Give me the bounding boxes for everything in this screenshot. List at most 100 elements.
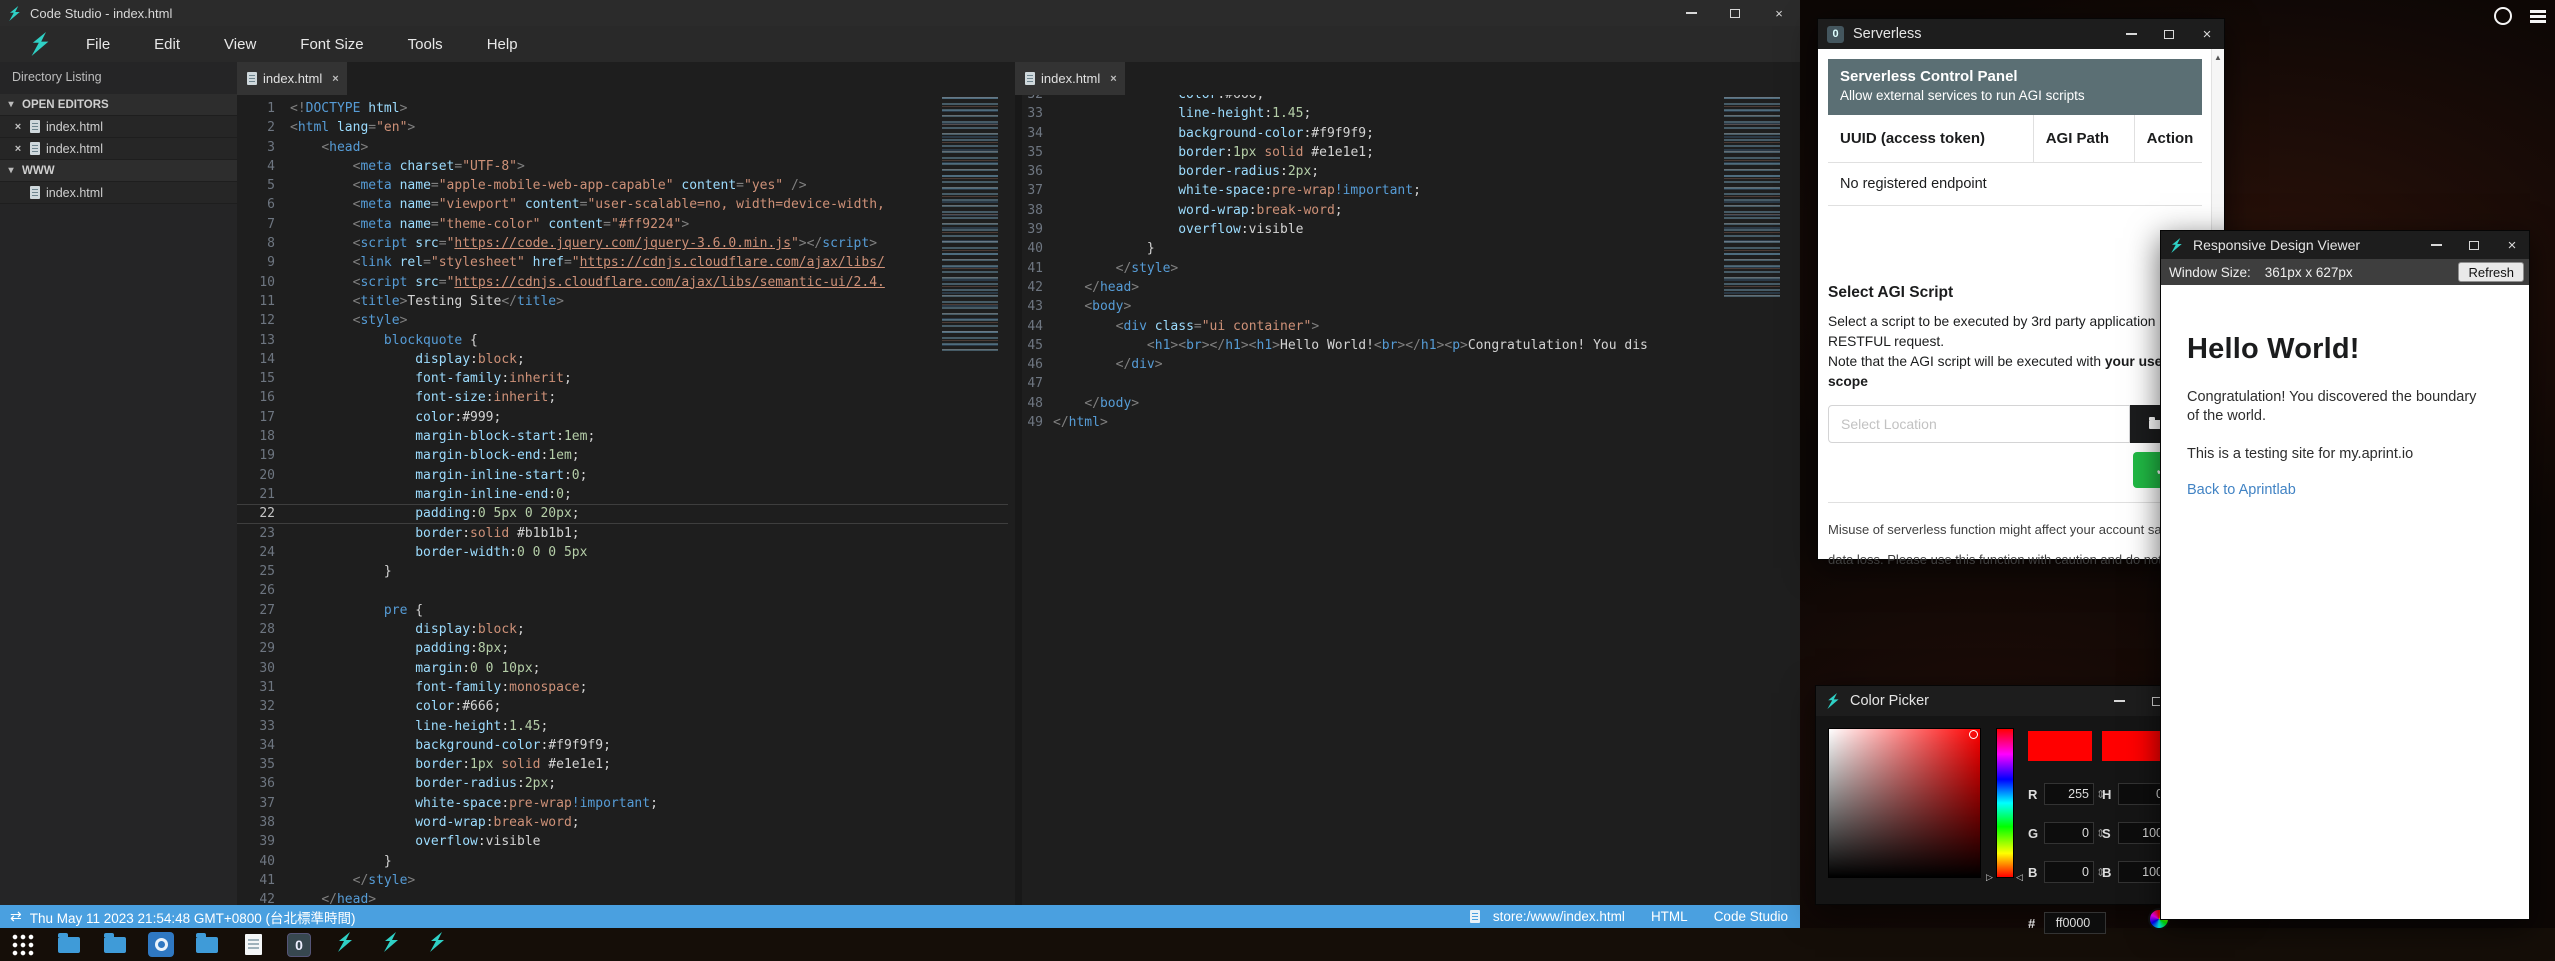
code-text: line-height:1.45; — [290, 717, 548, 736]
taskbar-icon-serverless-app[interactable]: 0 — [286, 932, 312, 958]
script-location-input[interactable] — [1828, 405, 2130, 443]
code-line: 44 <div class="ui container"> — [1022, 317, 1790, 336]
field-value-input[interactable]: 0 — [2044, 861, 2094, 883]
editor-pane-left[interactable]: 1<!DOCTYPE html>2<html lang="en">3 <head… — [237, 95, 1008, 905]
code-line: 31 font-family:monospace; — [237, 678, 1008, 697]
code-line: 27 pre { — [237, 601, 1008, 620]
menu-item-help[interactable]: Help — [487, 36, 518, 53]
menu-item-tools[interactable]: Tools — [408, 36, 443, 53]
back-to-aprintlab-link[interactable]: Back to Aprintlab — [2187, 482, 2503, 498]
color-cursor[interactable] — [1969, 730, 1978, 739]
close-icon[interactable]: × — [2200, 27, 2214, 41]
hex-input[interactable]: ff0000 — [2044, 912, 2106, 934]
window-title: Code Studio - index.html — [30, 6, 172, 21]
code-line: 38 word-wrap:break-word; — [237, 813, 1008, 832]
menu-item-view[interactable]: View — [224, 36, 256, 53]
taskbar-icon-folder[interactable] — [102, 932, 128, 958]
line-number: 33 — [237, 717, 290, 736]
close-icon[interactable]: × — [1772, 6, 1786, 20]
taskbar-icon-code-studio[interactable] — [332, 932, 358, 958]
taskbar-icon-code-studio[interactable] — [424, 932, 450, 958]
minimap[interactable] — [1720, 95, 1786, 303]
scroll-up-icon[interactable]: ▲ — [2212, 49, 2224, 62]
minimize-icon[interactable] — [2112, 694, 2126, 708]
field-value-input[interactable]: 0 — [2044, 822, 2094, 844]
hue-marker-left-icon[interactable]: ▷ — [1986, 872, 1993, 883]
sidebar-item-index-html[interactable]: ×index.html — [0, 116, 237, 138]
line-number: 34 — [1022, 124, 1053, 143]
taskbar-icon-app-grid[interactable] — [10, 932, 36, 958]
maximize-icon[interactable] — [2162, 27, 2176, 41]
refresh-button[interactable]: Refresh — [2458, 262, 2524, 282]
code-text: border:solid #b1b1b1; — [290, 524, 580, 543]
field-label: H — [2102, 787, 2118, 802]
line-number: 35 — [1022, 143, 1053, 162]
taskbar-icon-folder[interactable] — [56, 932, 82, 958]
media-disc-icon — [148, 932, 174, 957]
code-text: <script src="https://cdnjs.cloudflare.co… — [290, 273, 885, 292]
status-language[interactable]: HTML — [1651, 909, 1688, 924]
minimize-icon[interactable] — [2429, 238, 2443, 252]
tab-close-icon[interactable]: × — [1110, 73, 1116, 85]
code-line: 22 padding:0 5px 0 20px; — [237, 504, 1008, 523]
sidebar-item-index-html[interactable]: index.html — [0, 182, 237, 204]
taskbar-icon-folder[interactable] — [194, 932, 220, 958]
editor-pane-right[interactable]: 32 color:#666;33 line-height:1.45;34 bac… — [1015, 95, 1790, 905]
status-filepath[interactable]: store:/www/index.html — [1493, 909, 1625, 924]
minimap[interactable] — [938, 95, 1004, 357]
code-text: blockquote { — [290, 331, 478, 350]
sidebar-item-label: index.html — [46, 142, 103, 156]
maximize-icon[interactable] — [1728, 6, 1742, 20]
menu-item-font-size[interactable]: Font Size — [300, 36, 363, 53]
code-text: <meta name="viewport" content="user-scal… — [290, 195, 885, 214]
close-icon[interactable]: × — [10, 143, 26, 155]
minimize-icon[interactable] — [2124, 27, 2138, 41]
line-number: 32 — [237, 697, 290, 716]
viewer-toolbar: Window Size: 361px x 627px Refresh — [2161, 259, 2529, 285]
line-number: 3 — [237, 138, 290, 157]
sidebar-item-index-html[interactable]: × index.html — [0, 138, 237, 160]
close-icon[interactable]: × — [2505, 238, 2519, 252]
taskbar-icon-document[interactable] — [240, 932, 266, 958]
line-number: 37 — [1022, 181, 1053, 200]
line-number: 34 — [237, 736, 290, 755]
folder-icon — [196, 937, 218, 953]
code-line: 48 </body> — [1022, 394, 1790, 413]
taskbar-icon-media-tile[interactable] — [148, 932, 174, 958]
close-icon[interactable]: × — [10, 121, 26, 133]
code-line: 30 margin:0 0 10px; — [237, 659, 1008, 678]
code-text: <!DOCTYPE html> — [290, 99, 407, 118]
code-text: </head> — [290, 890, 376, 905]
maximize-icon[interactable] — [2467, 238, 2481, 252]
line-number: 26 — [237, 581, 290, 600]
saturation-value-field[interactable] — [1828, 728, 1981, 878]
line-number: 36 — [237, 774, 290, 793]
minimize-icon[interactable] — [1684, 6, 1698, 20]
tab-close-icon[interactable]: × — [332, 73, 338, 85]
code-text: display:block; — [290, 620, 525, 639]
line-number: 41 — [237, 871, 290, 890]
taskbar-icon-code-studio[interactable] — [378, 932, 404, 958]
code-text: </div> — [1053, 355, 1163, 374]
line-number: 8 — [237, 234, 290, 253]
system-ring-icon[interactable] — [2494, 7, 2512, 25]
code-text: padding:8px; — [290, 639, 509, 658]
hue-marker-right-icon[interactable]: ◁ — [2016, 872, 2023, 883]
endpoint-table: UUID (access token)AGI PathAction No reg… — [1828, 115, 2202, 206]
line-number: 11 — [237, 292, 290, 311]
system-menu-icon[interactable] — [2530, 10, 2546, 23]
field-value-input[interactable]: 255 — [2044, 783, 2094, 805]
code-line: 32 color:#666; — [237, 697, 1008, 716]
hue-slider[interactable] — [1996, 728, 2014, 878]
tab-index-html-left[interactable]: index.html × — [237, 62, 347, 95]
sidebar-section-open-editors[interactable]: ▾OPEN EDITORS — [0, 94, 237, 116]
sidebar-item-label: index.html — [46, 186, 103, 200]
menu-item-file[interactable]: File — [86, 36, 110, 53]
table-header-1: AGI Path — [2034, 115, 2135, 162]
code-text: } — [1053, 239, 1155, 258]
tab-index-html-right[interactable]: index.html × — [1015, 62, 1125, 95]
menu-item-edit[interactable]: Edit — [154, 36, 180, 53]
status-bar: ⇄ Thu May 11 2023 21:54:48 GMT+0800 (台北標… — [0, 905, 1800, 928]
menu-bar: File Edit View Font Size Tools Help — [0, 26, 1800, 62]
sidebar-section-www[interactable]: ▾WWW — [0, 160, 237, 182]
